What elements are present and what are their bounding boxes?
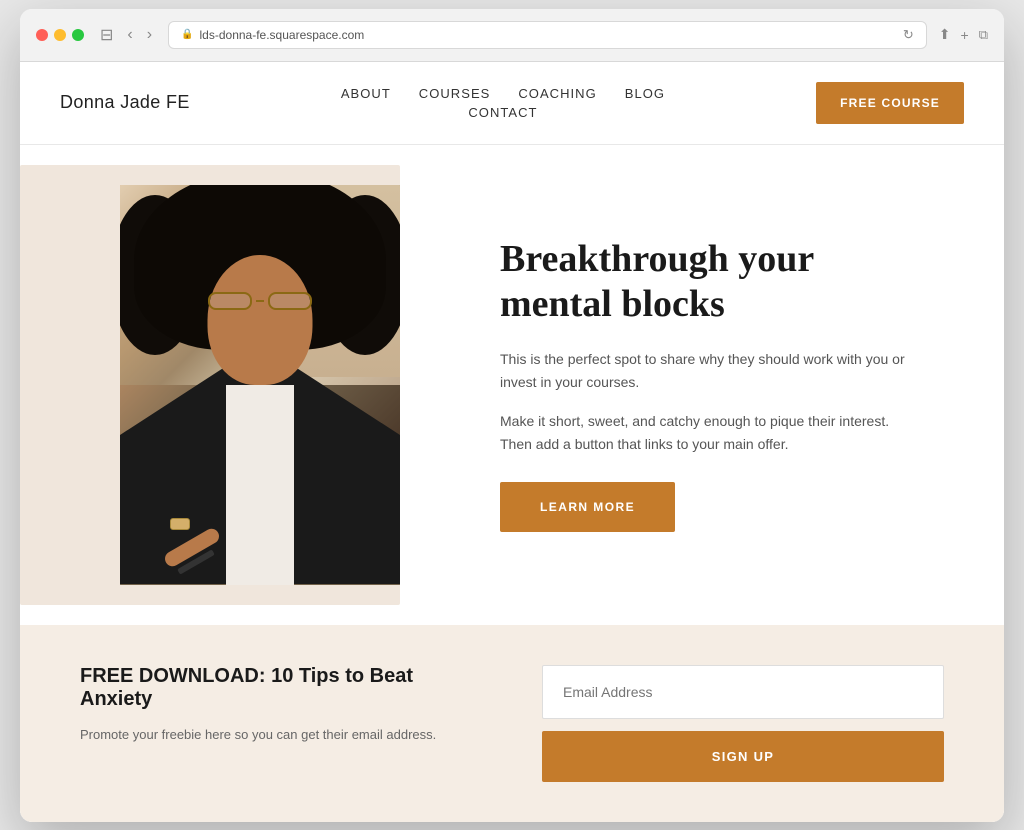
browser-actions: ⬆ + ⧉ — [939, 26, 988, 43]
signup-button[interactable]: SIGN UP — [542, 731, 944, 782]
traffic-lights — [36, 29, 84, 41]
hero-text: Breakthrough your mental blocks This is … — [440, 197, 944, 573]
nav-coaching[interactable]: COACHING — [518, 86, 596, 101]
nav-blog[interactable]: BLOG — [625, 86, 665, 101]
lock-icon: 🔒 — [181, 29, 193, 40]
download-title: FREE DOWNLOAD: 10 Tips to Beat Anxiety — [80, 665, 482, 711]
tabs-icon[interactable]: ⧉ — [979, 27, 988, 43]
site-nav: ABOUT COURSES COACHING BLOG CONTACT — [341, 86, 665, 120]
free-course-button[interactable]: FREE COURSE — [816, 82, 964, 124]
site-header: Donna Jade FE ABOUT COURSES COACHING BLO… — [20, 62, 1004, 145]
page-content: Donna Jade FE ABOUT COURSES COACHING BLO… — [20, 62, 1004, 822]
email-input[interactable] — [542, 665, 944, 719]
forward-button[interactable]: › — [143, 24, 156, 46]
browser-chrome: ⊟ ‹ › 🔒 lds-donna-fe.squarespace.com ↻ ⬆… — [20, 9, 1004, 62]
hero-body-2: Make it short, sweet, and catchy enough … — [500, 410, 924, 456]
hero-image-wrapper — [20, 145, 440, 625]
hero-section: Breakthrough your mental blocks This is … — [20, 145, 1004, 625]
maximize-button[interactable] — [72, 29, 84, 41]
email-section: FREE DOWNLOAD: 10 Tips to Beat Anxiety P… — [20, 625, 1004, 822]
minimize-button[interactable] — [54, 29, 66, 41]
download-description: Promote your freebie here so you can get… — [80, 725, 482, 746]
nav-row-top: ABOUT COURSES COACHING BLOG — [341, 86, 665, 101]
share-icon[interactable]: ⬆ — [939, 26, 951, 43]
sidebar-toggle[interactable]: ⊟ — [96, 23, 117, 47]
hero-image — [120, 185, 400, 585]
back-button[interactable]: ‹ — [123, 24, 136, 46]
nav-contact[interactable]: CONTACT — [468, 105, 537, 120]
new-tab-icon[interactable]: + — [961, 27, 969, 43]
hero-body-1: This is the perfect spot to share why th… — [500, 348, 924, 394]
browser-window: ⊟ ‹ › 🔒 lds-donna-fe.squarespace.com ↻ ⬆… — [20, 9, 1004, 822]
nav-about[interactable]: ABOUT — [341, 86, 391, 101]
nav-row-bottom: CONTACT — [468, 105, 537, 120]
close-button[interactable] — [36, 29, 48, 41]
email-right: SIGN UP — [542, 665, 944, 782]
nav-courses[interactable]: COURSES — [419, 86, 491, 101]
learn-more-button[interactable]: LEARN MORE — [500, 482, 675, 532]
browser-controls: ⊟ ‹ › — [96, 23, 156, 47]
hero-headline: Breakthrough your mental blocks — [500, 237, 924, 328]
site-logo: Donna Jade FE — [60, 92, 190, 113]
email-left: FREE DOWNLOAD: 10 Tips to Beat Anxiety P… — [80, 665, 482, 746]
reload-icon[interactable]: ↻ — [903, 27, 914, 43]
address-bar[interactable]: 🔒 lds-donna-fe.squarespace.com ↻ — [168, 21, 927, 49]
url-text: lds-donna-fe.squarespace.com — [200, 28, 365, 42]
